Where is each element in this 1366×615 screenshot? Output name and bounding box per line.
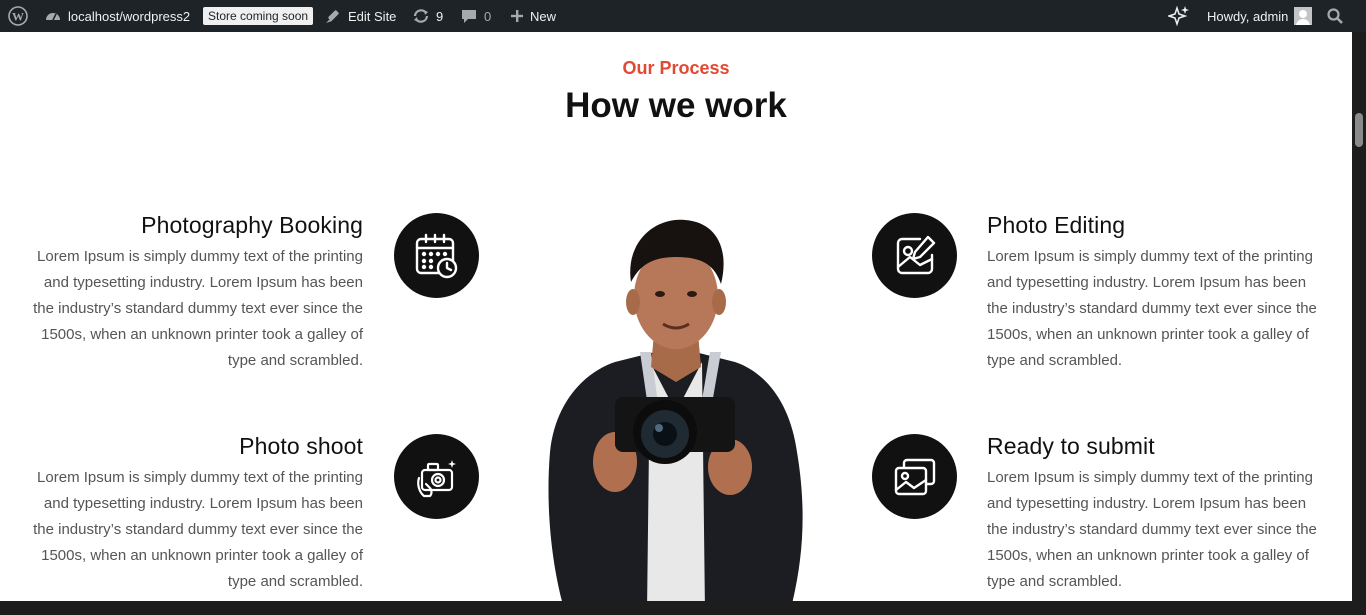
admin-bar: W localhost/wordpress2 Store coming soon… [0,0,1366,32]
bottom-edge [0,601,1366,615]
photographer-image [548,219,803,601]
svg-text:W: W [12,10,24,24]
updates-link[interactable]: 9 [412,0,443,32]
edit-site-link[interactable]: Edit Site [324,0,396,32]
step-title: Photo shoot [239,433,363,459]
photos-stack-icon [872,434,957,519]
new-content-link[interactable]: New [510,0,556,32]
vertical-scrollbar[interactable] [1352,32,1366,601]
wordpress-menu[interactable]: W [8,0,28,32]
ai-assistant-button[interactable] [1168,0,1190,32]
step-title: Ready to submit [987,433,1155,459]
site-name: localhost/wordpress2 [68,8,191,24]
comments-link[interactable]: 0 [460,0,491,32]
dashboard-icon [44,7,62,25]
wordpress-logo-icon: W [8,6,28,26]
search-button[interactable] [1326,0,1344,32]
step-text: Lorem Ipsum is simply dummy text of the … [33,469,363,590]
my-account-menu[interactable]: Howdy, admin [1207,0,1313,32]
section-heading: How we work [565,86,787,125]
comment-icon [460,7,478,25]
calendar-clock-icon [394,213,479,298]
section-eyebrow: Our Process [622,58,730,78]
new-label: New [530,8,557,24]
site-name-link[interactable]: localhost/wordpress2 [44,0,190,32]
step-text: Lorem Ipsum is simply dummy text of the … [33,248,363,369]
edit-site-label: Edit Site [348,8,397,24]
updates-icon [412,7,430,25]
brush-icon [324,7,342,25]
image-edit-icon [872,213,957,298]
step-title: Photo Editing [987,212,1126,238]
step-text: Lorem Ipsum is simply dummy text of the … [987,248,1317,369]
updates-count: 9 [436,8,444,24]
search-icon [1326,7,1344,25]
page-content: Our Process How we work Photography Book… [0,32,1352,601]
scrollbar-thumb[interactable] [1355,113,1363,147]
step-text: Lorem Ipsum is simply dummy text of the … [987,469,1317,590]
store-coming-soon-badge[interactable]: Store coming soon [203,0,314,32]
camera-hand-icon [394,434,479,519]
store-badge-label: Store coming soon [203,7,314,25]
sparkle-icon [1168,5,1190,27]
plus-icon [510,9,524,23]
comments-count: 0 [484,8,492,24]
howdy-label: Howdy, admin [1207,8,1289,24]
avatar [1294,7,1313,25]
step-title: Photography Booking [141,212,363,238]
